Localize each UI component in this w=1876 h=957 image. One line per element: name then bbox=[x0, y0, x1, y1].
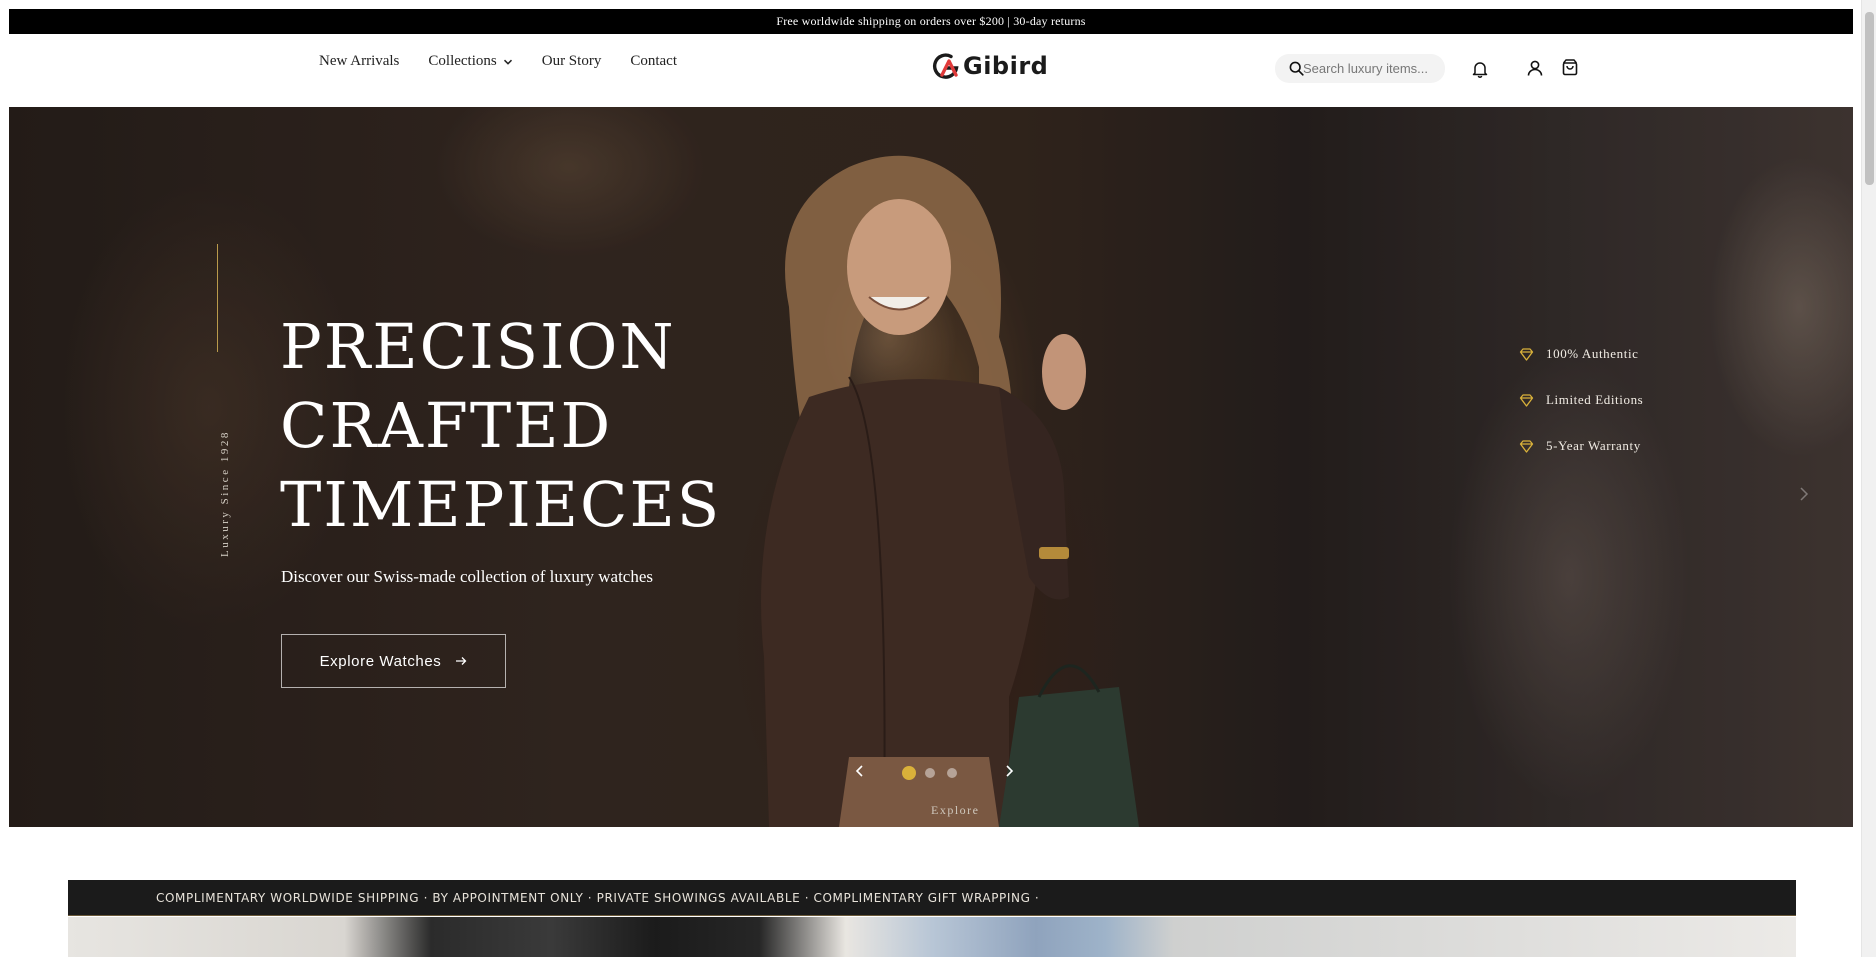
explore-button-label: Explore Watches bbox=[319, 652, 442, 670]
arrow-right-icon bbox=[456, 657, 467, 665]
page-scrollbar[interactable] bbox=[1861, 0, 1876, 957]
hero-title-line: PRECISION bbox=[280, 310, 676, 383]
slide-indicators bbox=[902, 766, 969, 780]
logo-mark-icon bbox=[933, 53, 959, 79]
nav-label: Collections bbox=[428, 53, 497, 69]
nav-label: New Arrivals bbox=[319, 53, 400, 69]
brand-logo[interactable]: Gibird bbox=[932, 52, 1048, 80]
feature-label: 100% Authentic bbox=[1546, 346, 1639, 361]
diamond-icon bbox=[1519, 439, 1534, 453]
page: Free worldwide shipping on orders over $… bbox=[0, 0, 1876, 957]
search-input[interactable] bbox=[1303, 61, 1443, 76]
feature-label: 5-Year Warranty bbox=[1546, 438, 1641, 453]
slide-dot-2[interactable] bbox=[925, 768, 935, 778]
scrollbar-thumb[interactable] bbox=[1865, 12, 1874, 185]
hero-title: PRECISION CRAFTED TIMEPIECES bbox=[280, 307, 721, 544]
slide-dot-1[interactable] bbox=[902, 766, 916, 780]
announcement-bar: Free worldwide shipping on orders over $… bbox=[9, 9, 1853, 34]
chevron-left-icon[interactable] bbox=[853, 764, 867, 778]
feature-label: Limited Editions bbox=[1546, 392, 1644, 407]
search-icon[interactable] bbox=[1289, 61, 1304, 76]
nav-contact[interactable]: Contact bbox=[630, 53, 677, 70]
hero-accent-line bbox=[217, 244, 218, 352]
slide-dot-3[interactable] bbox=[947, 768, 957, 778]
explore-watches-button[interactable]: Explore Watches bbox=[281, 634, 506, 688]
chevron-right-icon bbox=[1800, 487, 1809, 501]
search-box bbox=[1275, 54, 1445, 83]
nav-collections[interactable]: Collections bbox=[428, 53, 512, 70]
nav-label: Contact bbox=[630, 53, 677, 69]
hero-banner: Luxury Since 1928 PRECISION CRAFTED TIME… bbox=[9, 107, 1853, 827]
diamond-icon bbox=[1519, 347, 1534, 361]
chevron-right-icon[interactable] bbox=[1002, 764, 1016, 778]
feature-authentic: 100% Authentic bbox=[1519, 331, 1643, 377]
scroll-hint: Explore bbox=[931, 803, 980, 817]
marquee-text: COMPLIMENTARY WORLDWIDE SHIPPING · BY AP… bbox=[156, 890, 1040, 905]
diamond-icon bbox=[1519, 393, 1534, 407]
chevron-down-icon bbox=[503, 59, 512, 65]
shopping-bag-icon[interactable] bbox=[1561, 58, 1579, 76]
hero-title-line: TIMEPIECES bbox=[280, 468, 722, 541]
nav-new-arrivals[interactable]: New Arrivals bbox=[319, 53, 399, 70]
announcement-text: Free worldwide shipping on orders over $… bbox=[776, 14, 1086, 28]
hero-subtitle: Discover our Swiss-made collection of lu… bbox=[281, 567, 654, 586]
bell-icon[interactable] bbox=[1471, 60, 1489, 78]
user-icon[interactable] bbox=[1526, 59, 1544, 77]
hero-model-image bbox=[761, 155, 1139, 827]
nav-our-story[interactable]: Our Story bbox=[542, 53, 602, 70]
brand-name: Gibird bbox=[963, 52, 1049, 80]
marquee-banner: COMPLIMENTARY WORLDWIDE SHIPPING · BY AP… bbox=[68, 880, 1796, 916]
product-collage-image bbox=[68, 917, 1796, 957]
nav-label: Our Story bbox=[541, 53, 602, 69]
site-header: New Arrivals Collections Our Story Conta… bbox=[9, 34, 1853, 107]
feature-limited-editions: Limited Editions bbox=[1519, 377, 1643, 423]
hero-side-text: Luxury Since 1928 bbox=[219, 430, 231, 557]
feature-warranty: 5-Year Warranty bbox=[1519, 423, 1643, 469]
hero-title-line: CRAFTED bbox=[280, 389, 613, 462]
hero-features: 100% Authentic Limited Editions 5-Year W… bbox=[1519, 331, 1643, 469]
main-nav: New Arrivals Collections Our Story Conta… bbox=[319, 53, 706, 70]
